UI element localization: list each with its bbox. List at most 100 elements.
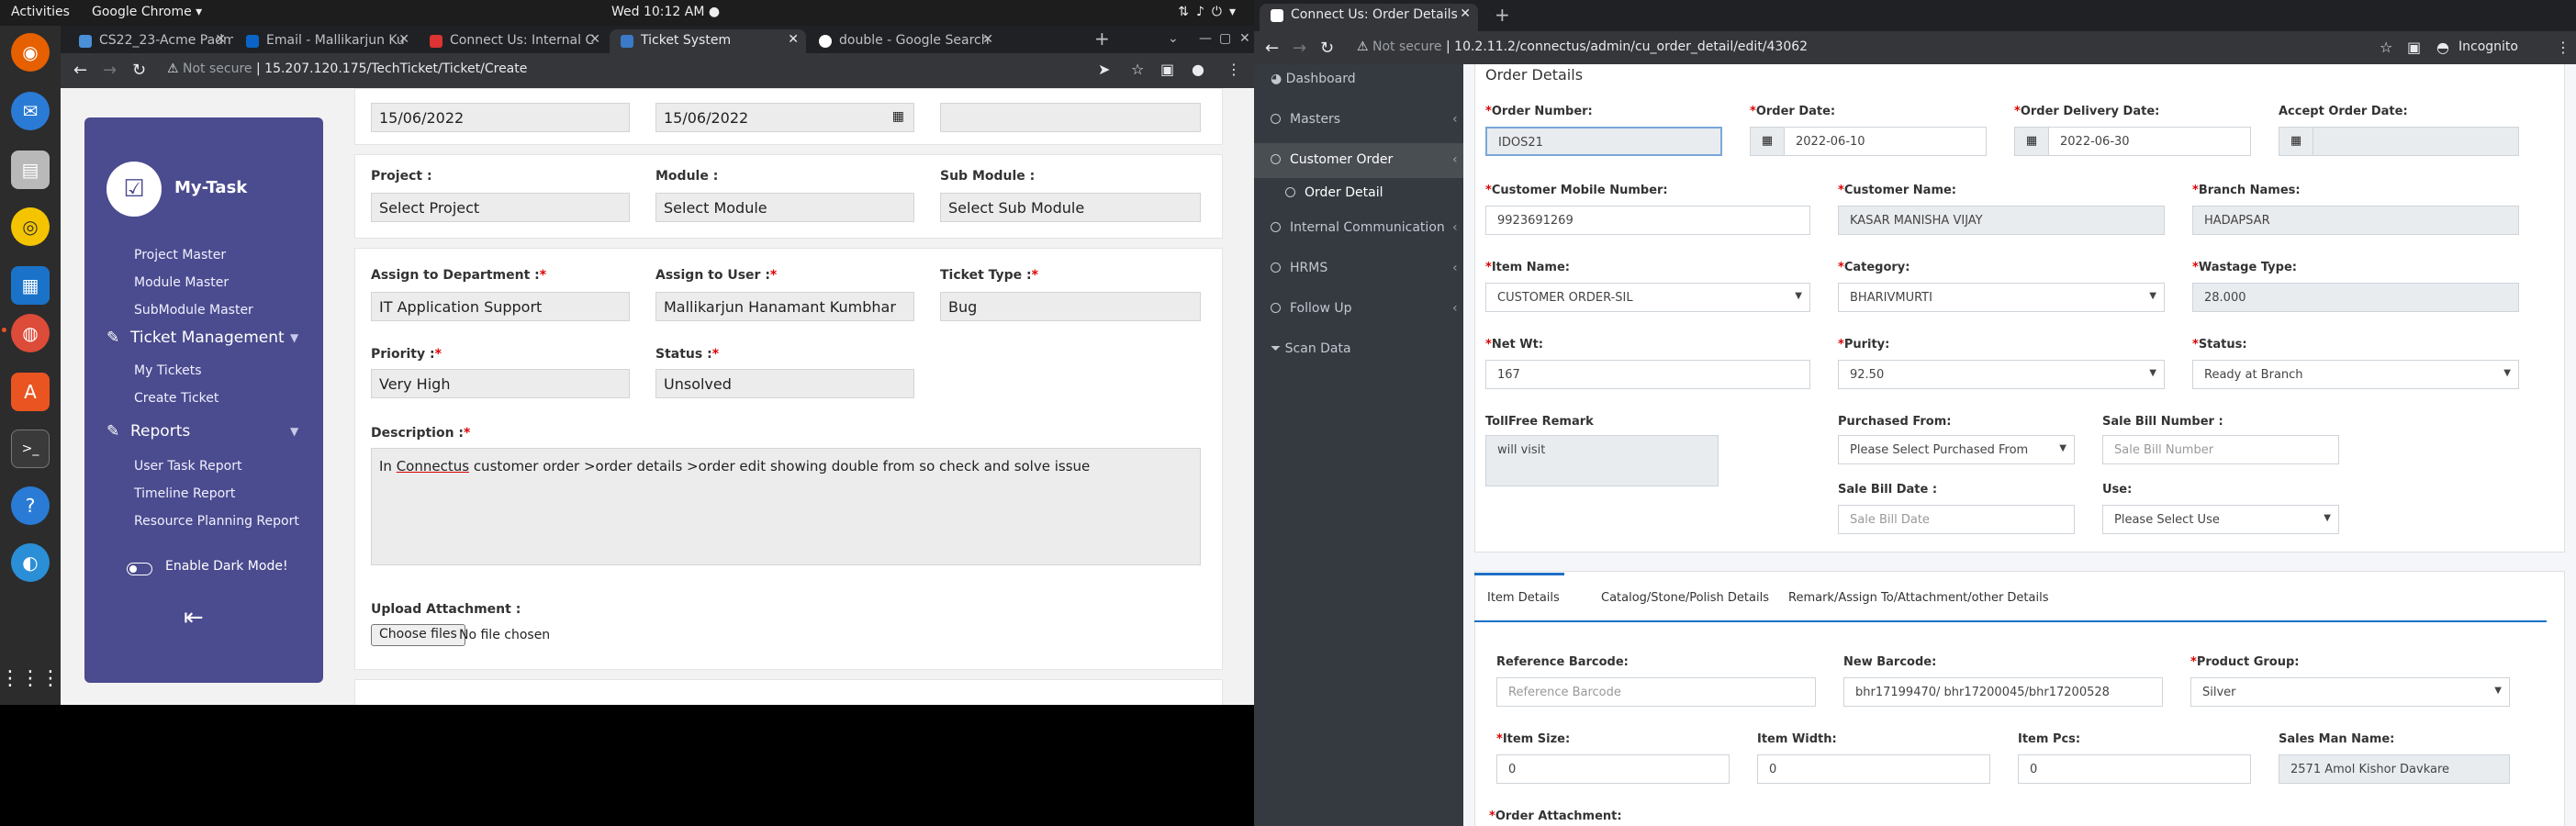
sidebar-item-create-ticket[interactable]: Create Ticket <box>134 391 218 406</box>
sidebar-section-reports[interactable]: ✎ Reports ▼ <box>106 422 298 441</box>
menu-icon[interactable]: ⋮ <box>2556 39 2570 56</box>
item-width-input[interactable]: 0 <box>1757 754 1990 784</box>
salesman-input[interactable]: 2571 Amol Kishor Davkare <box>2279 754 2510 784</box>
writer-icon[interactable]: ▦ <box>11 266 50 305</box>
tab-item-details[interactable]: Item Details <box>1487 591 1560 605</box>
files-icon[interactable]: ▤ <box>11 151 50 189</box>
address-bar[interactable]: ⚠ Not secure | 15.207.120.175/TechTicket… <box>167 61 527 76</box>
sale-bill-number-input[interactable]: Sale Bill Number <box>2102 435 2339 464</box>
tab-connectus[interactable]: Connect Us: Internal C ✕ <box>419 29 608 53</box>
project-select[interactable]: Select Project <box>371 193 630 222</box>
end-date-field[interactable]: 15/06/2022 ▦ <box>655 103 914 132</box>
sidebar-item-follow-up[interactable]: Follow Up ‹ <box>1271 301 1458 316</box>
apps-grid-icon[interactable]: ⋮⋮⋮ <box>0 659 61 698</box>
dark-mode-toggle[interactable] <box>127 563 152 575</box>
net-wt-input[interactable]: 167 <box>1485 360 1810 389</box>
tab-search-icon[interactable]: ⌄ <box>1168 31 1179 46</box>
new-barcode-input[interactable]: bhr17199470/ bhr17200045/bhr17200528 <box>1843 677 2163 707</box>
remark-textarea[interactable]: will visit <box>1485 435 1719 486</box>
sidebar-item-order-detail[interactable]: Order Detail <box>1285 185 1383 200</box>
close-icon[interactable]: ✕ <box>215 32 226 47</box>
product-group-select[interactable]: Silver ▼ <box>2190 677 2510 707</box>
window-close-icon[interactable]: ✕ <box>1239 31 1250 46</box>
forward-icon[interactable]: → <box>1293 39 1306 58</box>
status-select[interactable]: Ready at Branch ▼ <box>2192 360 2519 389</box>
status-select[interactable]: Unsolved <box>655 369 914 398</box>
sidebar-item-masters[interactable]: Masters ‹ <box>1271 112 1458 127</box>
remmina-icon[interactable]: ◐ <box>11 543 50 582</box>
new-tab-button[interactable]: + <box>1495 4 1510 26</box>
sidebar-item-user-task-report[interactable]: User Task Report <box>134 459 241 474</box>
sidebar-item-module-master[interactable]: Module Master <box>134 275 229 290</box>
sidebar-item-dashboard[interactable]: ◕ Dashboard <box>1271 72 1356 86</box>
tab-remark-assign[interactable]: Remark/Assign To/Attachment/other Detail… <box>1788 591 2049 605</box>
extra-field[interactable] <box>940 103 1201 132</box>
chrome-icon[interactable]: ◍ <box>11 314 50 352</box>
send-icon[interactable]: ➤ <box>1098 61 1110 78</box>
tab-email[interactable]: Email - Mallikarjun Ku ✕ <box>235 29 417 53</box>
close-icon[interactable]: ✕ <box>398 32 409 47</box>
sidebar-item-my-tickets[interactable]: My Tickets <box>134 363 202 378</box>
close-icon[interactable]: ✕ <box>982 32 993 47</box>
module-select[interactable]: Select Module <box>655 193 914 222</box>
minimize-icon[interactable]: — <box>1199 31 1212 46</box>
priority-select[interactable]: Very High <box>371 369 630 398</box>
rhythmbox-icon[interactable]: ◎ <box>11 207 50 246</box>
customer-name-input[interactable]: KASAR MANISHA VIJAY <box>1838 206 2165 235</box>
bookmark-star-icon[interactable]: ☆ <box>2380 39 2392 56</box>
back-icon[interactable]: ← <box>1265 39 1279 58</box>
mobile-input[interactable]: 9923691269 <box>1485 206 1810 235</box>
submodule-select[interactable]: Select Sub Module <box>940 193 1201 222</box>
close-icon[interactable]: ✕ <box>788 32 799 47</box>
firefox-icon[interactable]: ◉ <box>11 33 50 72</box>
sidebar-item-project-master[interactable]: Project Master <box>134 248 226 262</box>
collapse-arrow-icon[interactable]: ⇤ <box>184 604 204 631</box>
sidebar-item-internal-communication[interactable]: Internal Communication ‹ <box>1271 220 1458 235</box>
tab-google-search[interactable]: double - Google Search ✕ <box>808 29 1001 53</box>
purity-select[interactable]: 92.50 ▼ <box>1838 360 2165 389</box>
branch-input[interactable]: HADAPSAR <box>2192 206 2519 235</box>
order-date-input[interactable]: 2022-06-10 <box>1784 127 1987 156</box>
tab-order-details[interactable]: Connect Us: Order Details ✕ <box>1260 4 1478 31</box>
address-bar[interactable]: ⚠ Not secure | 10.2.11.2/connectus/admin… <box>1357 39 1808 54</box>
item-pcs-input[interactable]: 0 <box>2018 754 2251 784</box>
item-name-select[interactable]: CUSTOMER ORDER-SIL ▼ <box>1485 283 1810 312</box>
back-icon[interactable]: ← <box>73 61 87 80</box>
calendar-icon[interactable]: ▦ <box>2279 127 2313 156</box>
tab-ticket-system[interactable]: Ticket System ✕ <box>610 29 806 53</box>
sidebar-item-timeline-report[interactable]: Timeline Report <box>134 486 235 501</box>
calendar-icon[interactable]: ▦ <box>892 109 904 124</box>
delivery-date-input[interactable]: 2022-06-30 <box>2048 127 2251 156</box>
sale-bill-date-input[interactable]: Sale Bill Date <box>1838 505 2075 534</box>
sidepanel-icon[interactable]: ▣ <box>2407 39 2421 56</box>
sidebar-item-resource-planning-report[interactable]: Resource Planning Report <box>134 514 299 529</box>
close-icon[interactable]: ✕ <box>589 32 600 47</box>
terminal-icon[interactable]: >_ <box>11 430 50 468</box>
purchased-from-select[interactable]: Please Select Purchased From ▼ <box>1838 435 2075 464</box>
help-icon[interactable]: ? <box>11 486 50 525</box>
wastage-input[interactable]: 28.000 <box>2192 283 2519 312</box>
start-date-field[interactable]: 15/06/2022 <box>371 103 630 132</box>
system-tray[interactable]: ⇅♪⏻▾ <box>1178 5 1243 19</box>
close-icon[interactable]: ✕ <box>1460 6 1471 21</box>
category-select[interactable]: BHARIVMURTI ▼ <box>1838 283 2165 312</box>
choose-files-button[interactable]: Choose files <box>371 624 465 646</box>
tab-catalog-stone-polish[interactable]: Catalog/Stone/Polish Details <box>1601 591 1769 605</box>
maximize-icon[interactable]: ▢ <box>1219 31 1231 46</box>
tab-cs22[interactable]: CS22_23-Acme Padm E ✕ <box>68 29 233 53</box>
sidepanel-icon[interactable]: ▣ <box>1160 61 1174 78</box>
reference-barcode-input[interactable]: Reference Barcode <box>1496 677 1816 707</box>
activities-button[interactable]: Activities <box>11 5 70 19</box>
calendar-icon[interactable]: ▦ <box>1750 127 1785 156</box>
bookmark-star-icon[interactable]: ☆ <box>1131 61 1144 78</box>
app-menu[interactable]: Google Chrome ▾ <box>92 5 202 19</box>
reload-icon[interactable]: ↻ <box>132 61 146 80</box>
order-number-input[interactable]: IDOS21 <box>1485 127 1722 156</box>
software-icon[interactable]: A <box>11 373 50 411</box>
calendar-icon[interactable]: ▦ <box>2014 127 2049 156</box>
accept-date-input[interactable] <box>2313 127 2519 156</box>
new-tab-button[interactable]: + <box>1094 28 1110 50</box>
description-textarea[interactable]: In Connectus customer order >order detai… <box>371 448 1201 565</box>
use-select[interactable]: Please Select Use ▼ <box>2102 505 2339 534</box>
incognito-icon[interactable]: ◓ <box>2436 39 2449 56</box>
